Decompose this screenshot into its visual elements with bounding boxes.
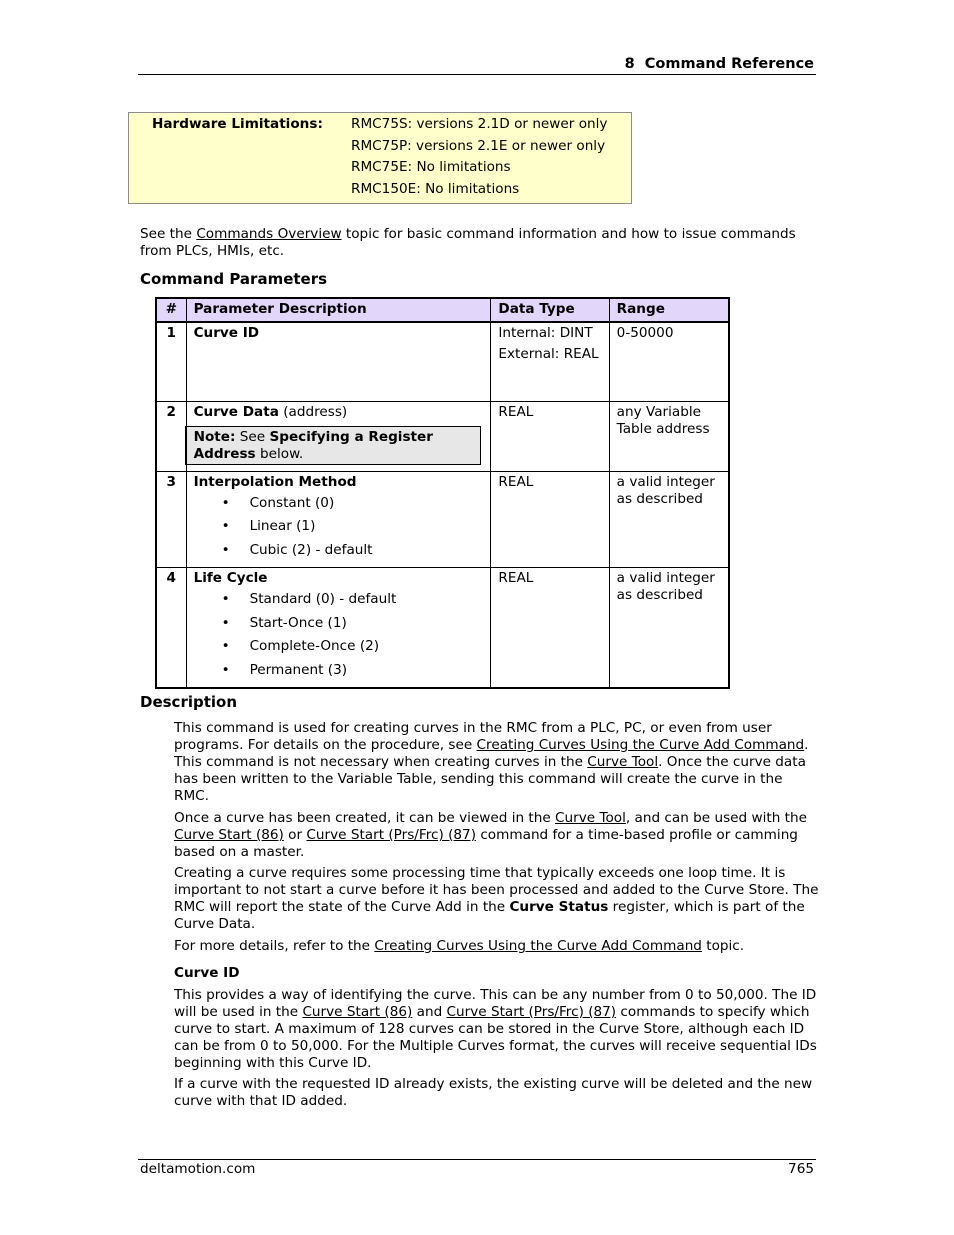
chapter-title: 8 Command Reference xyxy=(624,56,814,72)
option-item: • Standard (0) - default xyxy=(194,591,484,615)
param-name: Interpolation Method xyxy=(193,473,357,490)
command-parameters-table: # Parameter Description Data Type Range … xyxy=(155,297,730,689)
text: See the xyxy=(140,226,197,242)
command-parameters-heading: Command Parameters xyxy=(140,270,328,288)
hardware-item: RMC150E: No limitations xyxy=(351,180,520,197)
description-paragraph: Once a curve has been created, it can be… xyxy=(174,810,819,861)
bullet-icon: • xyxy=(221,518,230,534)
option-item: • Linear (1) xyxy=(194,518,484,542)
option-text: Constant (0) xyxy=(249,494,335,511)
footer-site: deltamotion.com xyxy=(140,1161,256,1177)
param-number: 4 xyxy=(155,567,187,689)
page-number: 765 xyxy=(788,1161,814,1177)
note-text: below. xyxy=(255,445,304,462)
description-paragraph: For more details, refer to the Creating … xyxy=(174,938,819,955)
param-name: Life Cycle xyxy=(193,570,268,586)
column-header-data-type: Data Type xyxy=(490,297,610,323)
text: For more details, refer to the xyxy=(174,938,375,954)
param-name-suffix: (address) xyxy=(278,403,348,420)
creating-curves-link[interactable]: Creating Curves Using the Curve Add Comm… xyxy=(477,737,805,753)
bullet-icon: • xyxy=(221,541,230,558)
column-header-description: Parameter Description xyxy=(185,297,492,323)
param-number: 3 xyxy=(155,470,187,568)
option-text: Standard (0) - default xyxy=(249,591,397,607)
hardware-limitations-list: RMC75S: versions 2.1D or newer only RMC7… xyxy=(351,116,607,202)
hardware-item: RMC75P: versions 2.1E or newer only xyxy=(351,137,606,154)
option-text: Cubic (2) - default xyxy=(249,541,373,558)
option-item: • Permanent (3) xyxy=(194,662,484,686)
param-description: Interpolation Method • Constant (0) • Line… xyxy=(185,470,492,568)
param-data-type: REAL xyxy=(490,470,610,568)
table-row: 2 Curve Data (address) Note: See Specify… xyxy=(155,400,730,472)
note-text: See xyxy=(235,428,270,445)
param-description: Life Cycle • Standard (0) - default • Star… xyxy=(185,567,492,689)
text: or xyxy=(283,827,307,843)
commands-overview-link[interactable]: Commands Overview xyxy=(196,226,341,242)
curve-tool-link[interactable]: Curve Tool xyxy=(555,810,626,826)
option-item: • Complete-Once (2) xyxy=(194,638,484,662)
bullet-icon: • xyxy=(221,494,230,511)
param-name: Curve ID xyxy=(193,325,260,341)
param-data-type: REAL xyxy=(490,400,610,472)
text: Once a curve has been created, it can be… xyxy=(174,810,556,826)
table-row: 1 Curve ID Internal: DINT External: REAL… xyxy=(155,321,730,402)
note-label: Note: xyxy=(193,428,236,445)
bullet-icon: • xyxy=(221,638,230,654)
hardware-item: RMC75E: No limitations xyxy=(351,159,511,175)
param-range: any Variable Table address xyxy=(608,400,730,472)
column-header-number: # xyxy=(155,297,187,323)
table-row: 4 Life Cycle • Standard (0) - default • St… xyxy=(155,567,730,689)
curve-start-prs-frc-87-link[interactable]: Curve Start (Prs/Frc) (87) xyxy=(447,1004,617,1020)
option-list: • Standard (0) - default • Start-Once (1) … xyxy=(194,591,484,685)
data-type-line: External: REAL xyxy=(498,346,599,362)
curve-tool-link[interactable]: Curve Tool xyxy=(587,754,658,770)
option-item: • Constant (0) xyxy=(194,495,484,519)
description-paragraph: This command is used for creating curves… xyxy=(174,720,819,805)
option-item: • Cubic (2) - default xyxy=(194,542,484,566)
curve-id-paragraph: This provides a way of identifying the c… xyxy=(174,987,819,1072)
hardware-limitations-label: Hardware Limitations: xyxy=(152,116,323,132)
note-box: Note: See Specifying a Register Address … xyxy=(184,425,482,465)
footer-divider xyxy=(138,1159,816,1160)
param-description: Curve Data (address) Note: See Specifyin… xyxy=(184,400,492,472)
hardware-limitations-box: Hardware Limitations: RMC75S: versions 2… xyxy=(128,112,632,204)
param-range: a valid integer as described xyxy=(608,470,730,568)
option-item: • Start-Once (1) xyxy=(194,615,484,639)
param-data-type: Internal: DINT External: REAL xyxy=(490,321,610,402)
table-header-row: # Parameter Description Data Type Range xyxy=(155,297,730,323)
bullet-icon: • xyxy=(221,591,230,607)
param-number: 1 xyxy=(155,321,187,402)
text: and xyxy=(412,1004,447,1020)
bullet-icon: • xyxy=(221,614,230,631)
curve-start-86-link[interactable]: Curve Start (86) xyxy=(302,1004,412,1020)
option-text: Complete-Once (2) xyxy=(249,638,380,654)
header-divider xyxy=(138,74,816,75)
curve-start-prs-frc-87-link[interactable]: Curve Start (Prs/Frc) (87) xyxy=(306,827,476,843)
bullet-icon: • xyxy=(221,661,230,678)
param-number: 2 xyxy=(155,400,187,472)
text: topic. xyxy=(701,938,745,954)
text: , and can be used with the xyxy=(625,810,807,826)
description-paragraph: Creating a curve requires some processin… xyxy=(174,865,819,933)
curve-id-heading: Curve ID xyxy=(174,965,240,981)
description-heading: Description xyxy=(140,693,238,711)
data-type-line: Internal: DINT xyxy=(498,325,593,341)
param-data-type: REAL xyxy=(490,567,610,689)
hardware-item: RMC75S: versions 2.1D or newer only xyxy=(351,116,608,132)
param-range: 0-50000 xyxy=(608,321,730,402)
param-description: Curve ID xyxy=(185,321,492,402)
curve-start-86-link[interactable]: Curve Start (86) xyxy=(174,827,284,843)
option-text: Permanent (3) xyxy=(249,661,348,678)
param-name: Curve Data xyxy=(193,403,279,420)
curve-id-paragraph: If a curve with the requested ID already… xyxy=(174,1076,813,1109)
curve-status-term: Curve Status xyxy=(509,899,609,915)
table-row: 3 Interpolation Method • Constant (0) • Li… xyxy=(155,470,730,568)
param-range: a valid integer as described xyxy=(608,567,730,689)
option-list: • Constant (0) • Linear (1) • Cubic (2) - d… xyxy=(194,495,484,566)
column-header-range: Range xyxy=(608,297,730,323)
option-text: Start-Once (1) xyxy=(249,614,347,631)
option-text: Linear (1) xyxy=(249,518,316,534)
intro-paragraph: See the Commands Overview topic for basi… xyxy=(140,226,800,260)
creating-curves-link[interactable]: Creating Curves Using the Curve Add Comm… xyxy=(374,938,702,954)
